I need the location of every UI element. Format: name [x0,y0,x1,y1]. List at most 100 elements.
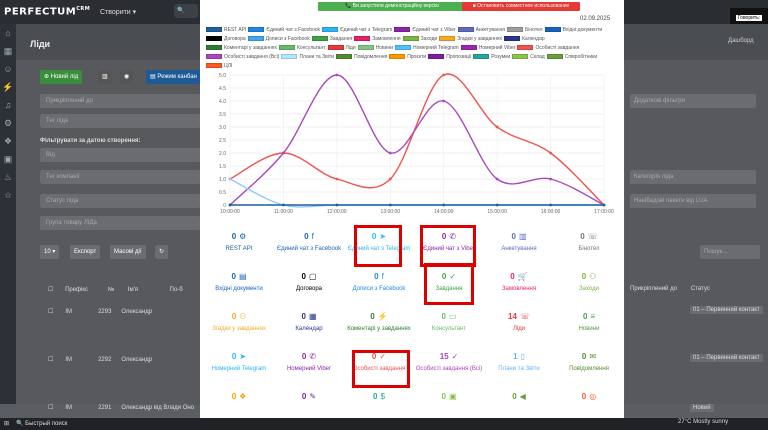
stat-card[interactable]: 0 ◀ [484,392,554,405]
legend-item[interactable]: Дописи з Facebook [247,36,310,42]
settings-icon[interactable]: ⚙ [0,114,16,132]
table-row[interactable]: ☐ ІМ 2292 Олександр [48,356,152,363]
stat-card[interactable]: 0 ▭ Консультант [414,312,484,333]
stat-card[interactable]: 0 ⚇ Згадки у завданнях [204,312,274,333]
legend-item[interactable]: Номерний Viber [460,45,515,51]
x-tick-label: 12:00:00 [327,209,347,215]
filter-button-1[interactable]: ▥ [98,70,112,84]
stat-card[interactable]: 0 🛒 Замовлення [484,272,554,293]
legend-item[interactable]: Особисті завдання (Всі) [206,54,279,60]
product-group-select[interactable]: Група товару ЛІДа [40,216,200,230]
windows-icon[interactable]: ⊞ [4,420,9,427]
weather-widget[interactable]: 27°C Mostly sunny [678,419,728,425]
legend-item[interactable]: Новини [357,45,393,51]
legend-item[interactable]: Замовлення [354,36,401,42]
user-icon[interactable]: ☺ [0,60,16,78]
stat-card[interactable]: 0 f Єдиний чат з Facebook [274,232,344,253]
stat-card[interactable]: 0 ◎ [554,392,624,405]
legend-item[interactable]: REST API [206,27,246,33]
status-select[interactable]: 01 – Первинний контакт [690,306,763,314]
legend-item[interactable]: Пропозиції [428,54,471,60]
legend-item[interactable]: Розумки [473,54,510,60]
legend-item[interactable]: Номерний Telegram [395,45,459,51]
legend-item[interactable]: Повідомлення [335,54,387,60]
box-icon[interactable]: ▣ [0,150,16,168]
assigned-to-select[interactable]: Прикріплений до [40,94,200,108]
stat-card[interactable]: 0 ☏ Бінотел [554,232,624,253]
legend-item[interactable]: Бінотел [507,27,543,33]
legend-item[interactable]: Анкетування [457,27,505,33]
table-search-input[interactable]: Пошук... [700,245,760,259]
stat-card[interactable]: 0 ⚡ Коментарі у завданнях [344,312,414,333]
stat-card[interactable]: 0 $ [344,392,414,405]
legend-item[interactable]: Єдиний чат з Telegram [322,27,392,33]
table-row[interactable]: ☐ ІМ 2291 Олександр від Влади Оно [48,404,198,411]
stat-card[interactable]: 0 f Дописи з Facebook [344,272,414,293]
page-size-select[interactable]: 10 ▾ [40,245,60,259]
home-icon[interactable]: ⌂ [0,24,16,42]
stat-card[interactable]: 1 ▯ Плани та Звіти [484,352,554,373]
legend-item[interactable]: Склад [512,54,545,60]
kanban-button[interactable]: ▤ Режим канбан [146,70,200,84]
legend-item[interactable]: Особисті завдання [517,45,579,51]
breadcrumb[interactable]: Дашборд [728,38,754,44]
lead-tag-select[interactable]: Тег ліда [40,114,200,128]
taskbar-search[interactable]: 🔍 Быстрый поиск [16,420,67,427]
legend-item[interactable]: Коментарі у завданнях [206,45,277,51]
legend-item[interactable]: Вхідні документи [544,27,602,33]
bell-icon[interactable]: ♫ [0,96,16,114]
new-lead-button[interactable]: ⊕ Новий лід [40,70,83,84]
stat-card[interactable]: 0 ▢ Договора [274,272,344,293]
stop-sharing-button[interactable]: ■ Остановить совместное использование [462,2,580,11]
legend-item[interactable]: Календар [504,36,545,42]
stat-card[interactable]: 15 ✓ Особисті завдання (Всі) [414,352,484,373]
stat-card[interactable]: 0 ✉ Повідомлення [554,352,624,373]
status-select[interactable]: 01 – Первинний контакт [690,354,763,362]
legend-item[interactable]: Консультант [278,45,326,51]
star-icon[interactable]: ☆ [0,186,16,204]
stat-card[interactable]: 0 ▦ Календар [274,312,344,333]
export-button[interactable]: Експорт [70,245,101,259]
status-select[interactable]: Новий [690,404,714,412]
stat-card[interactable]: 0 ➤ Номерний Telegram [204,352,274,373]
legend-item[interactable]: Єдиний чат з Viber [394,27,456,33]
lead-category-select[interactable]: Категорія ліда [630,170,756,184]
packages-select[interactable]: Нанібадові пакети від LUA [630,194,756,208]
stat-card[interactable]: 0 ⚙ REST API [204,232,274,253]
legend-item[interactable]: Завдання [311,36,352,42]
bulk-actions-button[interactable]: Масові дії [110,245,146,259]
stat-card[interactable]: 14 ☏ Ліди [484,312,554,333]
fire-icon[interactable]: ♨ [0,168,16,186]
legend-item[interactable]: Згадки у завданнях [439,36,502,42]
create-menu[interactable]: Створити ▾ [100,8,136,16]
legend-item[interactable]: Заходи [402,36,437,42]
legend-item[interactable]: Проєкти [389,54,426,60]
filter-button-2[interactable]: ◉ [120,70,134,84]
date-from-input[interactable]: Від [40,148,200,162]
grid-icon[interactable]: ▦ [0,42,16,60]
app-logo[interactable]: PERFECTUMCRM [4,6,90,17]
lead-status-select[interactable]: Статус ліда [40,194,200,208]
stat-card[interactable]: 0 ✎ [274,392,344,405]
company-tag-select[interactable]: Тег компанії [40,170,200,184]
layers-icon[interactable]: ❖ [0,132,16,150]
stat-card[interactable]: 0 ▥ Анкетування [484,232,554,253]
search-icon[interactable]: 🔍 [174,4,198,18]
stat-card[interactable]: 0 ▤ Вхідні документи [204,272,274,293]
legend-item[interactable]: Плани та Звіти [281,54,334,60]
bolt-icon[interactable]: ⚡ [0,78,16,96]
extra-filters-select[interactable]: Додаткові фільтри [630,94,756,108]
legend-item[interactable]: Співробітники [546,54,597,60]
stat-card[interactable]: 0 ✆ Номерний Viber [274,352,344,373]
column-checkbox[interactable]: ☐ [48,287,53,293]
stat-card[interactable]: 0 ▣ [414,392,484,405]
stat-card[interactable]: 0 ⚇ Заходи [554,272,624,293]
legend-item[interactable]: Ліди [327,45,356,51]
table-row[interactable]: ☐ ІМ 2293 Олександр [48,308,152,315]
stat-card[interactable]: 0 ❖ [204,392,274,405]
stat-card[interactable]: 0 ≡ Новини [554,312,624,333]
refresh-icon[interactable]: ↻ [155,245,169,259]
legend-item[interactable]: Єдиний чат з Facebook [248,27,320,33]
legend-item[interactable]: Договора [206,36,246,42]
legend-item[interactable]: ЦЛІ [206,63,232,69]
